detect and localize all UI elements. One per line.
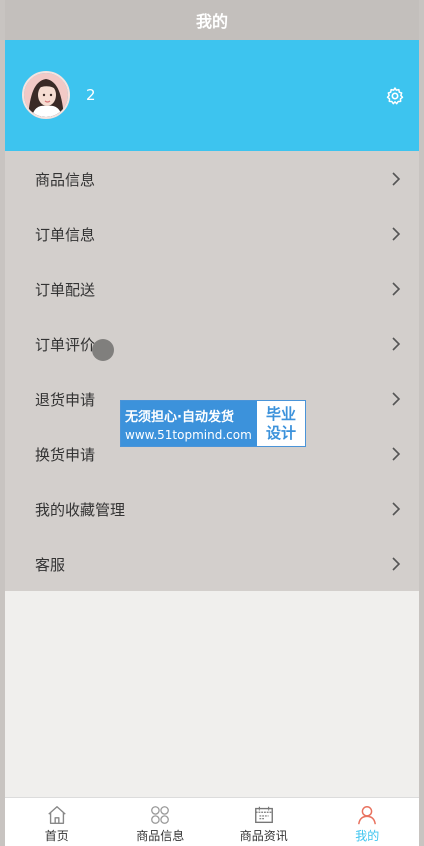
avatar[interactable] [22,71,70,119]
tab-label: 商品信息 [136,829,185,843]
menu-item-label: 订单信息 [35,226,96,244]
top-bar: 我的 [5,0,419,40]
grid-icon [151,806,170,824]
menu-list: 商品信息 订单信息 订单配送 订单评价 退货申请 换货申请 我的收藏管理 客服 [5,151,419,591]
menu-item-favorites[interactable]: 我的收藏管理 [5,481,419,536]
page-title: 我的 [195,12,228,31]
chevron-right-icon [392,557,401,571]
watermark-url: www.51topmind.com [125,427,252,442]
menu-item-customer-service[interactable]: 客服 [5,536,419,591]
menu-item-label: 客服 [35,556,66,574]
news-icon [254,806,273,824]
watermark-tag-bottom: 设计 [265,423,296,442]
chevron-right-icon [392,172,401,186]
tab-home[interactable]: 首页 [5,798,109,846]
menu-item-label: 我的收藏管理 [35,501,126,519]
gear-icon[interactable] [385,86,405,106]
menu-item-label: 订单配送 [35,281,96,299]
touch-cursor [92,339,114,361]
menu-item-label: 换货申请 [35,446,96,464]
watermark-banner: 无须担心·自动发货 www.51topmind.com 毕业 设计 [120,400,306,447]
chevron-right-icon [392,337,401,351]
tab-label: 首页 [44,829,69,843]
menu-item-order-review[interactable]: 订单评价 [5,316,419,371]
chevron-right-icon [392,502,401,516]
phone-screen: 我的 2 商品信息 订单信息 订单配送 订单评价 退货申请 换货申请 我的收藏管… [5,0,419,846]
chevron-right-icon [392,282,401,296]
home-icon [48,806,66,824]
avatar-image [24,73,68,117]
menu-item-label: 商品信息 [35,171,96,189]
tab-label: 我的 [355,829,380,843]
tab-product-info[interactable]: 商品信息 [109,798,213,846]
chevron-right-icon [392,227,401,241]
username: 2 [86,86,96,104]
bottom-tab-bar: 首页 商品信息 商品资讯 我的 [5,797,419,846]
menu-item-order-delivery[interactable]: 订单配送 [5,261,419,316]
menu-item-product-info[interactable]: 商品信息 [5,151,419,206]
watermark-tag-top: 毕业 [265,404,296,423]
tab-label: 商品资讯 [239,829,288,843]
menu-item-order-info[interactable]: 订单信息 [5,206,419,261]
menu-item-label: 订单评价 [35,336,96,354]
profile-header: 2 [5,40,419,151]
chevron-right-icon [392,447,401,461]
menu-item-label: 退货申请 [35,391,96,409]
user-icon [358,806,377,825]
chevron-right-icon [392,392,401,406]
watermark-slogan: 无须担心·自动发货 [125,409,234,425]
tab-product-news[interactable]: 商品资讯 [212,798,316,846]
tab-mine[interactable]: 我的 [316,798,420,846]
